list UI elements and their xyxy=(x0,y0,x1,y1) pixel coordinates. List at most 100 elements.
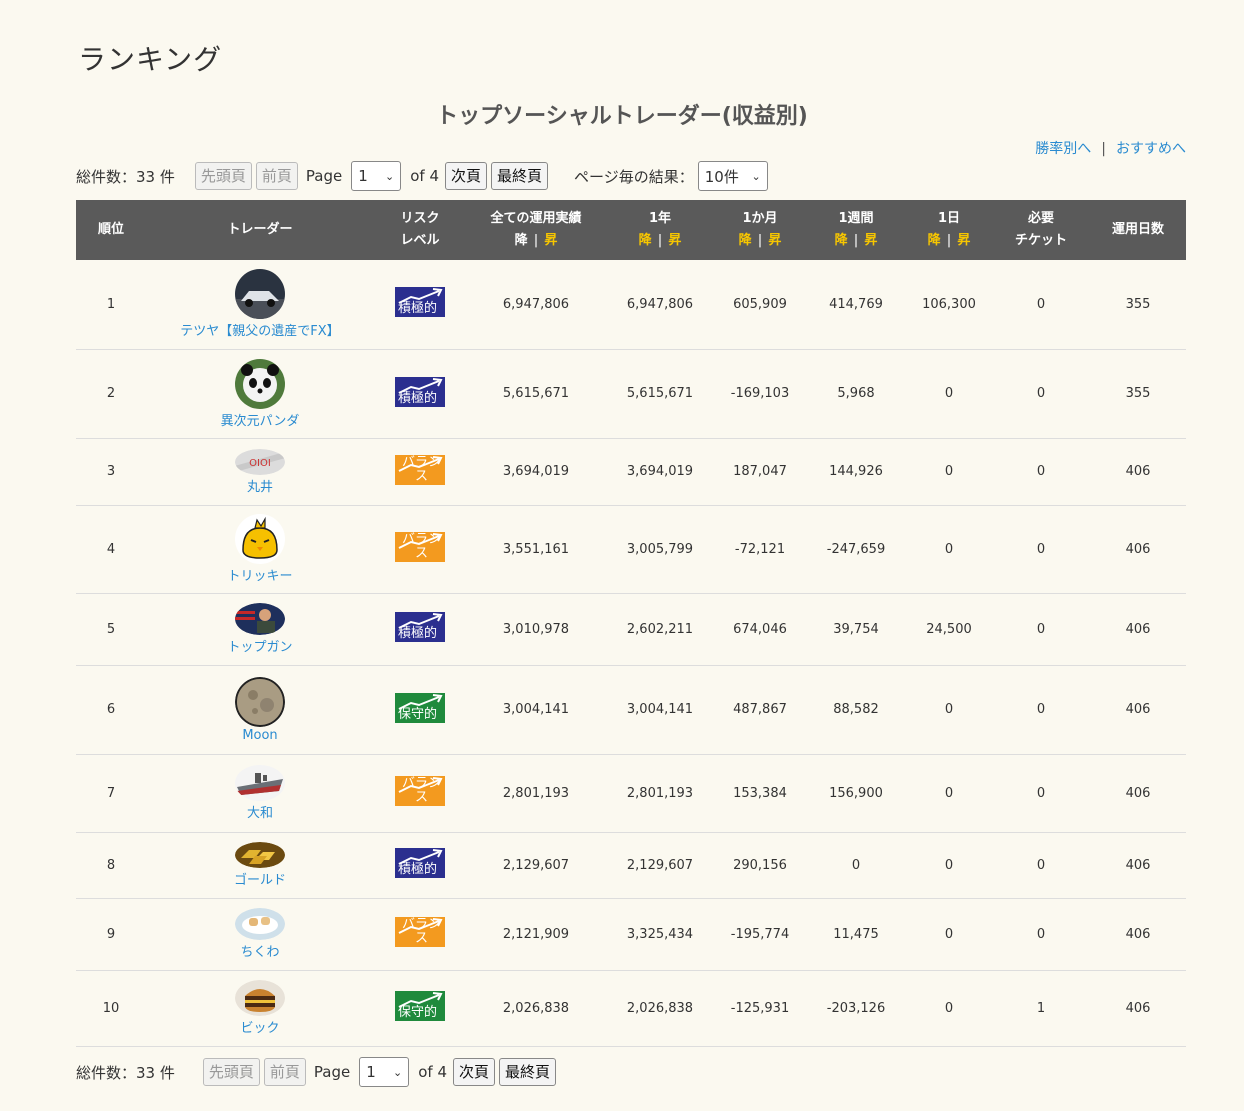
chick-avatar[interactable] xyxy=(235,514,285,564)
days-cell: 406 xyxy=(1090,438,1186,506)
last-page-button[interactable]: 最終頁 xyxy=(491,162,549,190)
header-ticket-line2: チケット xyxy=(1014,233,1067,248)
next-page-button[interactable]: 次頁 xyxy=(445,162,488,190)
table-row[interactable]: 5 トップガン 積極的 3,010,978 2,602,211 674,046 39,754… xyxy=(76,593,1186,666)
burger-avatar[interactable] xyxy=(235,980,285,1016)
one-week-cell: 414,769 xyxy=(806,260,906,350)
chikuwa-avatar[interactable] xyxy=(235,908,285,940)
trader-name-link[interactable]: テツヤ【親父の遺産でFX】 xyxy=(146,320,374,339)
sort-desc-link[interactable]: 降 xyxy=(739,233,752,248)
page-select-value: 1 xyxy=(358,167,368,185)
trader-name-link[interactable]: ビック xyxy=(146,1017,374,1036)
rank-cell: 2 xyxy=(76,349,146,439)
one-month-cell: 605,909 xyxy=(714,260,806,350)
sort-asc-link[interactable]: 昇 xyxy=(668,233,681,248)
header-1w: 1週間降 | 昇 xyxy=(806,200,906,260)
sort-desc-link[interactable]: 降 xyxy=(835,233,848,248)
prev-page-button[interactable]: 前頁 xyxy=(263,1058,306,1086)
trader-name-link[interactable]: ちくわ xyxy=(146,941,374,960)
all-time-cell: 6,947,806 xyxy=(466,260,606,350)
marui-logo-avatar[interactable]: OIOI xyxy=(235,448,285,475)
rank-cell: 9 xyxy=(76,898,146,971)
trader-cell: テツヤ【親父の遺産でFX】 xyxy=(146,260,374,350)
total-count: 総件数：33 件 xyxy=(76,167,175,186)
one-day-cell: 24,500 xyxy=(906,593,992,666)
first-page-button[interactable]: 先頭頁 xyxy=(194,162,252,190)
table-row[interactable]: 8 ゴールド 積極的 2,129,607 2,129,607 290,156 0 0 0 406 xyxy=(76,832,1186,899)
prev-page-button[interactable]: 前頁 xyxy=(255,162,298,190)
days-cell: 355 xyxy=(1090,349,1186,439)
table-row[interactable]: 4 トリッキー バランス 3,551,161 3,005,799 -72,121 -247,… xyxy=(76,505,1186,594)
ticket-cell: 0 xyxy=(992,665,1090,755)
car-avatar[interactable] xyxy=(235,269,285,320)
risk-level-label: バランス xyxy=(401,776,441,805)
table-row[interactable]: 7 大和 バランス 2,801,193 2,801,193 153,384 156,900 0… xyxy=(76,754,1186,833)
risk-level-badge: バランス xyxy=(395,776,445,806)
trader-name-link[interactable]: 大和 xyxy=(146,802,374,821)
all-time-cell: 2,801,193 xyxy=(466,754,606,833)
one-year-cell: 3,325,434 xyxy=(606,898,714,971)
sort-asc-link[interactable]: 昇 xyxy=(957,233,970,248)
panda-avatar[interactable] xyxy=(235,358,285,409)
one-month-cell: -72,121 xyxy=(714,505,806,594)
one-year-cell: 2,026,838 xyxy=(606,970,714,1047)
pilot-avatar[interactable] xyxy=(235,603,285,635)
trader-name-link[interactable]: 丸井 xyxy=(146,476,374,495)
trader-name-link[interactable]: 異次元パンダ xyxy=(146,410,374,429)
trader-cell: トリッキー xyxy=(146,505,374,594)
sort-desc-link[interactable]: 降 xyxy=(928,233,941,248)
recommended-link[interactable]: おすすめへ xyxy=(1116,141,1186,157)
sort-separator: | xyxy=(757,233,763,248)
table-row[interactable]: 6 Moon 保守的 3,004,141 3,004,141 487,867 88,582 0… xyxy=(76,665,1186,755)
page-select[interactable]: 1 ⌄ xyxy=(359,1057,410,1087)
sort-asc-link[interactable]: 昇 xyxy=(768,233,781,248)
page-label: Page xyxy=(305,167,343,185)
header-risk: リスク レベル xyxy=(374,200,466,260)
risk-cell: バランス xyxy=(374,438,466,506)
trader-name-link[interactable]: Moon xyxy=(146,728,374,743)
moon-avatar[interactable] xyxy=(235,676,285,727)
battleship-avatar[interactable] xyxy=(235,765,285,801)
first-page-button[interactable]: 先頭頁 xyxy=(202,1058,260,1086)
one-month-cell: 290,156 xyxy=(714,832,806,899)
trader-name-link[interactable]: ゴールド xyxy=(146,869,374,888)
header-1m: 1か月降 | 昇 xyxy=(714,200,806,260)
table-row[interactable]: 3 OIOI 丸井 バランス 3,694,019 3,694,019 187,047 144,… xyxy=(76,438,1186,506)
risk-level-label: バランス xyxy=(401,917,441,946)
ticket-cell: 1 xyxy=(992,970,1090,1047)
rank-cell: 6 xyxy=(76,665,146,755)
sort-desc-link[interactable]: 降 xyxy=(639,233,652,248)
trader-name-link[interactable]: トリッキー xyxy=(146,565,374,584)
sort-asc-link[interactable]: 昇 xyxy=(544,233,557,248)
ranking-table: 順位 トレーダー リスク レベル 全ての運用実績降 | 昇 1年降 | 昇 1か月降 | 昇 … xyxy=(76,200,1186,1047)
rank-cell: 4 xyxy=(76,505,146,594)
per-page-select-value: 10件 xyxy=(704,167,739,186)
one-month-cell: -169,103 xyxy=(714,349,806,439)
risk-level-badge: 積極的 xyxy=(395,376,445,407)
last-page-button[interactable]: 最終頁 xyxy=(499,1058,557,1086)
sort-separator: | xyxy=(946,233,952,248)
sort-asc-link[interactable]: 昇 xyxy=(864,233,877,248)
trader-name-link[interactable]: トップガン xyxy=(146,636,374,655)
days-cell: 406 xyxy=(1090,898,1186,971)
per-page-select[interactable]: 10件 ⌄ xyxy=(697,161,768,191)
win-rate-link[interactable]: 勝率別へ xyxy=(1035,141,1091,157)
gold-bars-avatar[interactable] xyxy=(235,842,285,868)
sort-desc-link[interactable]: 降 xyxy=(515,233,528,248)
page-select[interactable]: 1 ⌄ xyxy=(351,161,402,191)
one-year-cell: 5,615,671 xyxy=(606,349,714,439)
risk-cell: 積極的 xyxy=(374,260,466,350)
one-day-cell: 0 xyxy=(906,970,992,1047)
rank-cell: 3 xyxy=(76,438,146,506)
total-count: 総件数：33 件 xyxy=(76,1063,175,1082)
table-row[interactable]: 1 テツヤ【親父の遺産でFX】 積極的 6,947,806 6,947,806 605,9… xyxy=(76,260,1186,350)
ticket-cell: 0 xyxy=(992,898,1090,971)
one-month-cell: 487,867 xyxy=(714,665,806,755)
one-day-cell: 0 xyxy=(906,349,992,439)
page-count-label: of 4 xyxy=(410,167,439,185)
next-page-button[interactable]: 次頁 xyxy=(453,1058,496,1086)
table-row[interactable]: 9 ちくわ バランス 2,121,909 3,325,434 -195,774 11,475… xyxy=(76,898,1186,971)
table-row[interactable]: 2 異次元パンダ 積極的 5,615,671 5,615,671 -169,103 5,96… xyxy=(76,349,1186,439)
days-cell: 406 xyxy=(1090,970,1186,1047)
table-row[interactable]: 10 ビック 保守的 2,026,838 2,026,838 -125,931 -203,1… xyxy=(76,970,1186,1047)
